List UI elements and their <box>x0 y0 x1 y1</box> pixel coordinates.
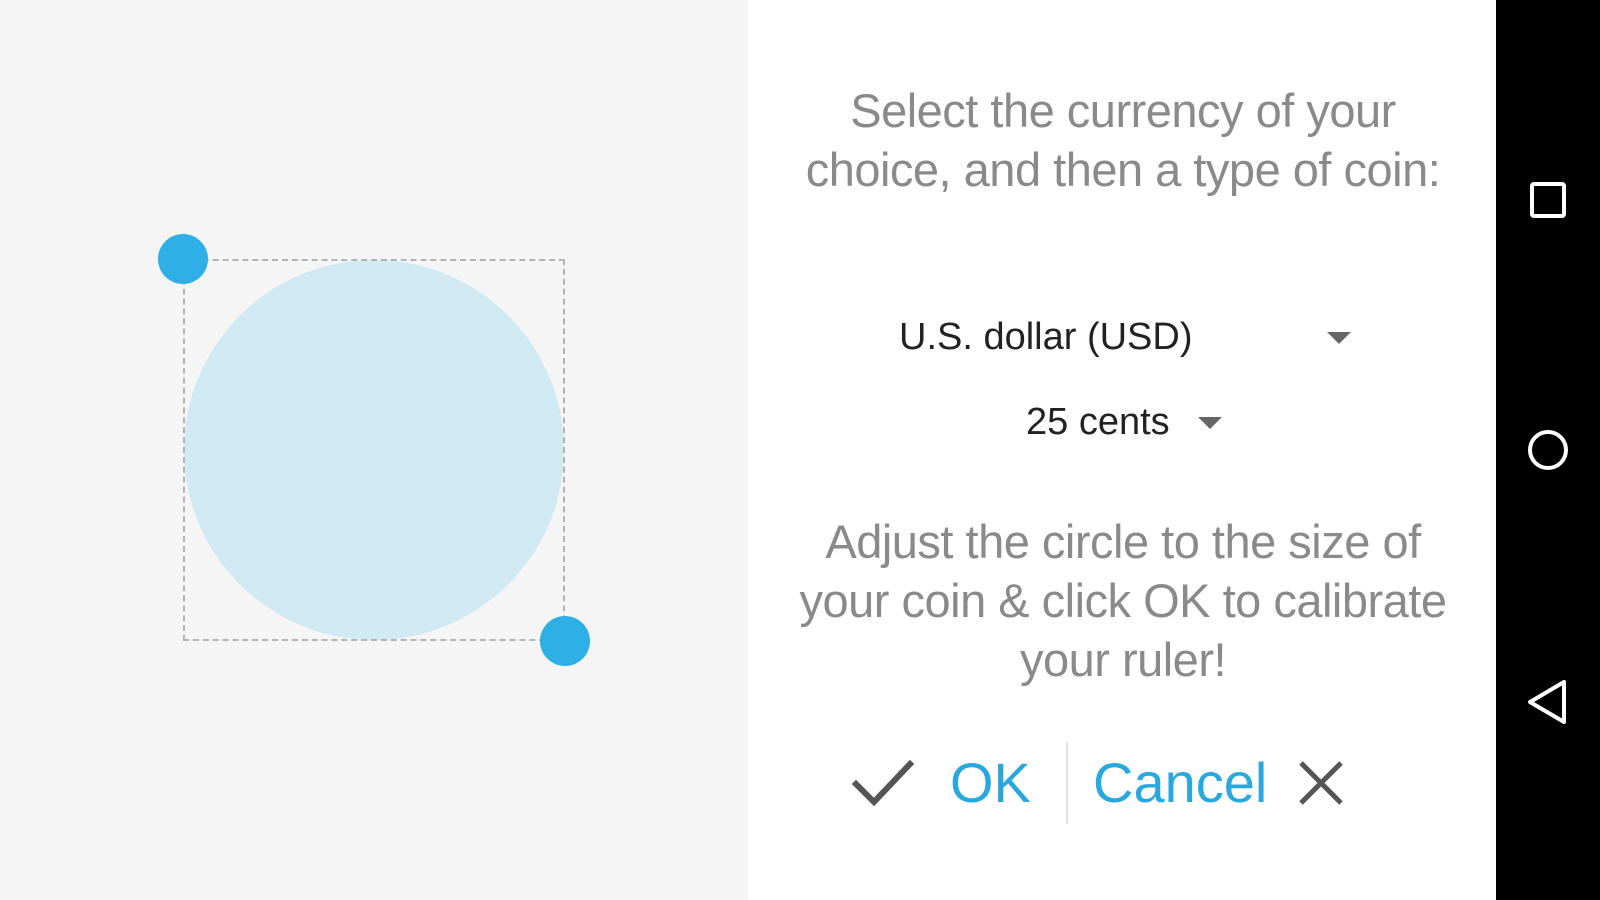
recent-apps-icon <box>1530 182 1566 218</box>
calibration-canvas <box>0 0 748 900</box>
currency-instruction: Select the currency of your choice, and … <box>805 84 1441 196</box>
resize-handle-top-left[interactable] <box>158 234 208 284</box>
dialog-actions: OK Cancel <box>748 738 1496 828</box>
coin-selected-value: 25 cents <box>1026 401 1170 443</box>
recent-apps-button[interactable] <box>1518 170 1578 230</box>
android-navigation-bar <box>1496 0 1600 900</box>
home-button[interactable] <box>1518 420 1578 480</box>
close-icon <box>1299 761 1344 805</box>
coin-type-dropdown[interactable]: 25 cents <box>1026 401 1222 444</box>
resize-handle-bottom-right[interactable] <box>540 616 590 666</box>
cancel-button[interactable]: Cancel <box>1093 738 1345 828</box>
calibration-panel: Select the currency of your choice, and … <box>748 0 1496 900</box>
dropdown-arrow-icon <box>1197 416 1222 429</box>
currency-dropdown[interactable]: U.S. dollar (USD) <box>899 316 1351 359</box>
back-button[interactable] <box>1518 672 1578 732</box>
dropdown-arrow-icon <box>1326 331 1351 344</box>
action-divider <box>1066 742 1068 824</box>
ok-label: OK <box>950 751 1031 814</box>
resize-bounding-box <box>183 259 565 641</box>
ok-button[interactable]: OK <box>852 738 1031 828</box>
home-icon <box>1528 430 1568 470</box>
back-icon <box>1528 680 1566 724</box>
calibration-instruction: Adjust the circle to the size of your co… <box>799 515 1448 686</box>
cancel-label: Cancel <box>1093 751 1268 814</box>
currency-selected-value: U.S. dollar (USD) <box>899 316 1193 358</box>
checkmark-icon <box>852 759 914 807</box>
